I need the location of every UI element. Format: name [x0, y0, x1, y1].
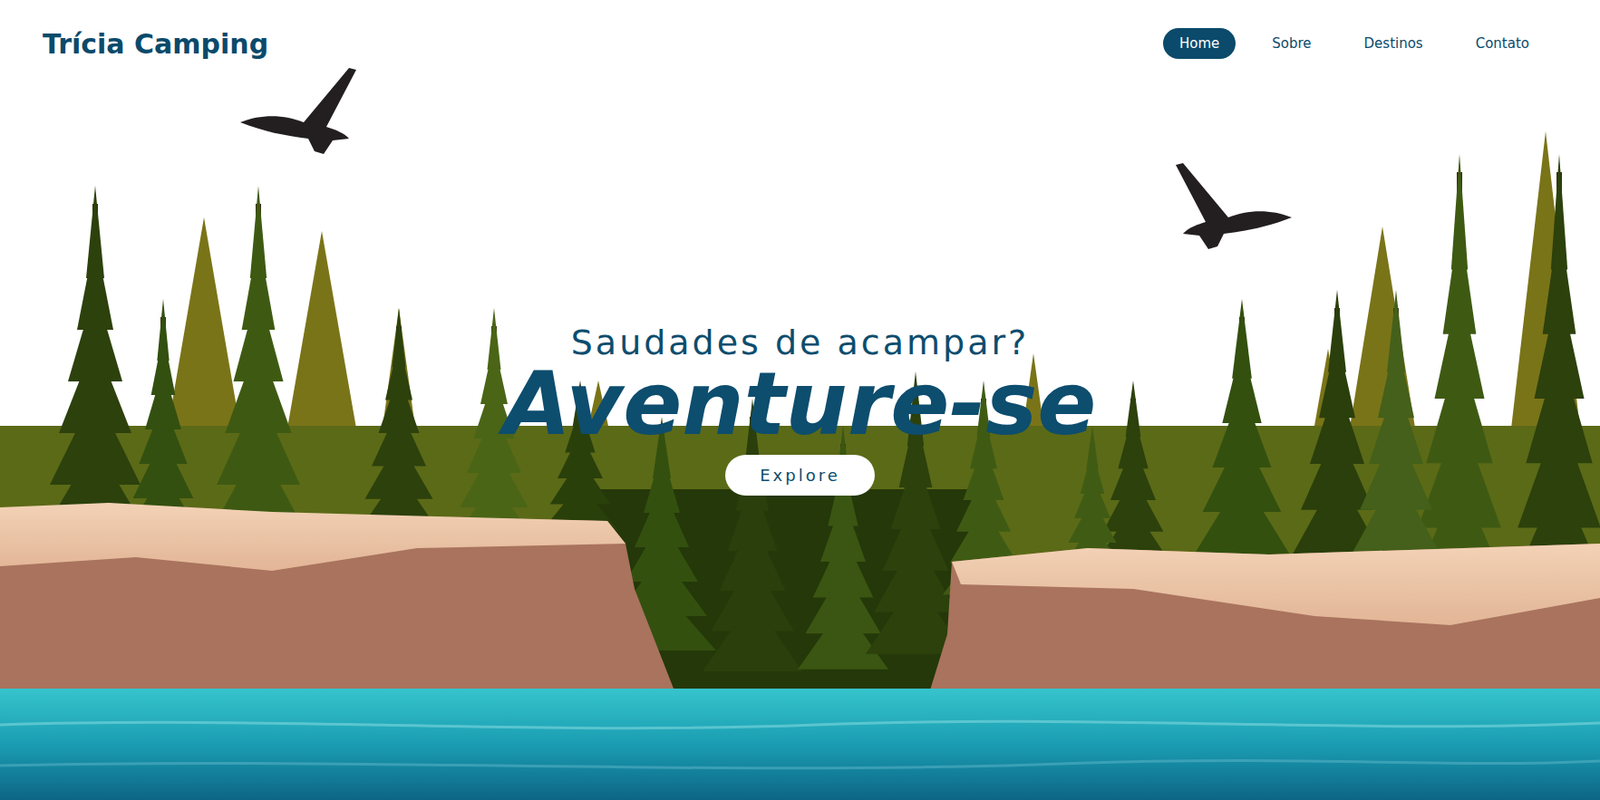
hero-title: Aventure-se — [504, 357, 1097, 454]
nav-item[interactable]: Home — [1163, 28, 1236, 59]
eagle-icon — [1175, 163, 1292, 250]
nav-item[interactable]: Sobre — [1255, 28, 1328, 59]
pine-tree-icon — [126, 299, 200, 534]
pine-tree-icon — [1509, 154, 1600, 593]
nav: Home Sobre Destinos Contato — [1163, 28, 1546, 59]
nav-item[interactable]: Destinos — [1347, 28, 1440, 59]
landing-page: Trícia Camping Home Sobre Destinos Contato Sa… — [0, 0, 1600, 800]
explore-button[interactable]: Explore — [725, 455, 875, 496]
pine-tree-icon — [358, 308, 440, 533]
nav-item[interactable]: Contato — [1459, 28, 1546, 59]
pine-tree-icon — [208, 185, 309, 537]
header: Trícia Camping Home Sobre Destinos Contato — [0, 0, 1600, 71]
eagle-icon — [240, 67, 357, 155]
pine-tree-icon — [40, 185, 150, 537]
hero: Saudades de acampar?Aventure-seExplore — [0, 70, 1600, 496]
logo[interactable]: Trícia Camping — [42, 28, 269, 60]
